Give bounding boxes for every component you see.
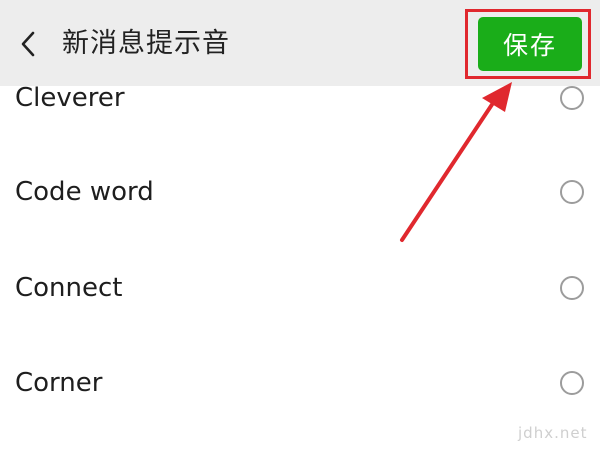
- chevron-left-icon: [21, 31, 35, 57]
- watermark: jdhx.net: [518, 424, 588, 442]
- back-button[interactable]: [10, 24, 46, 64]
- list-item[interactable]: Code word: [0, 162, 600, 222]
- list-item[interactable]: Corner: [0, 353, 600, 413]
- radio-button[interactable]: [560, 371, 584, 395]
- page-title: 新消息提示音: [62, 28, 230, 59]
- radio-button[interactable]: [560, 86, 584, 110]
- radio-button[interactable]: [560, 276, 584, 300]
- screen: Cleverer Code word Connect Corner 新消息提示音…: [0, 0, 600, 450]
- list-item[interactable]: Connect: [0, 258, 600, 318]
- save-button[interactable]: 保存: [478, 17, 582, 71]
- sound-label: Corner: [15, 368, 103, 398]
- header-bar: 新消息提示音 保存: [0, 0, 600, 86]
- radio-button[interactable]: [560, 180, 584, 204]
- sound-label: Code word: [15, 177, 154, 207]
- sound-label: Connect: [15, 273, 123, 303]
